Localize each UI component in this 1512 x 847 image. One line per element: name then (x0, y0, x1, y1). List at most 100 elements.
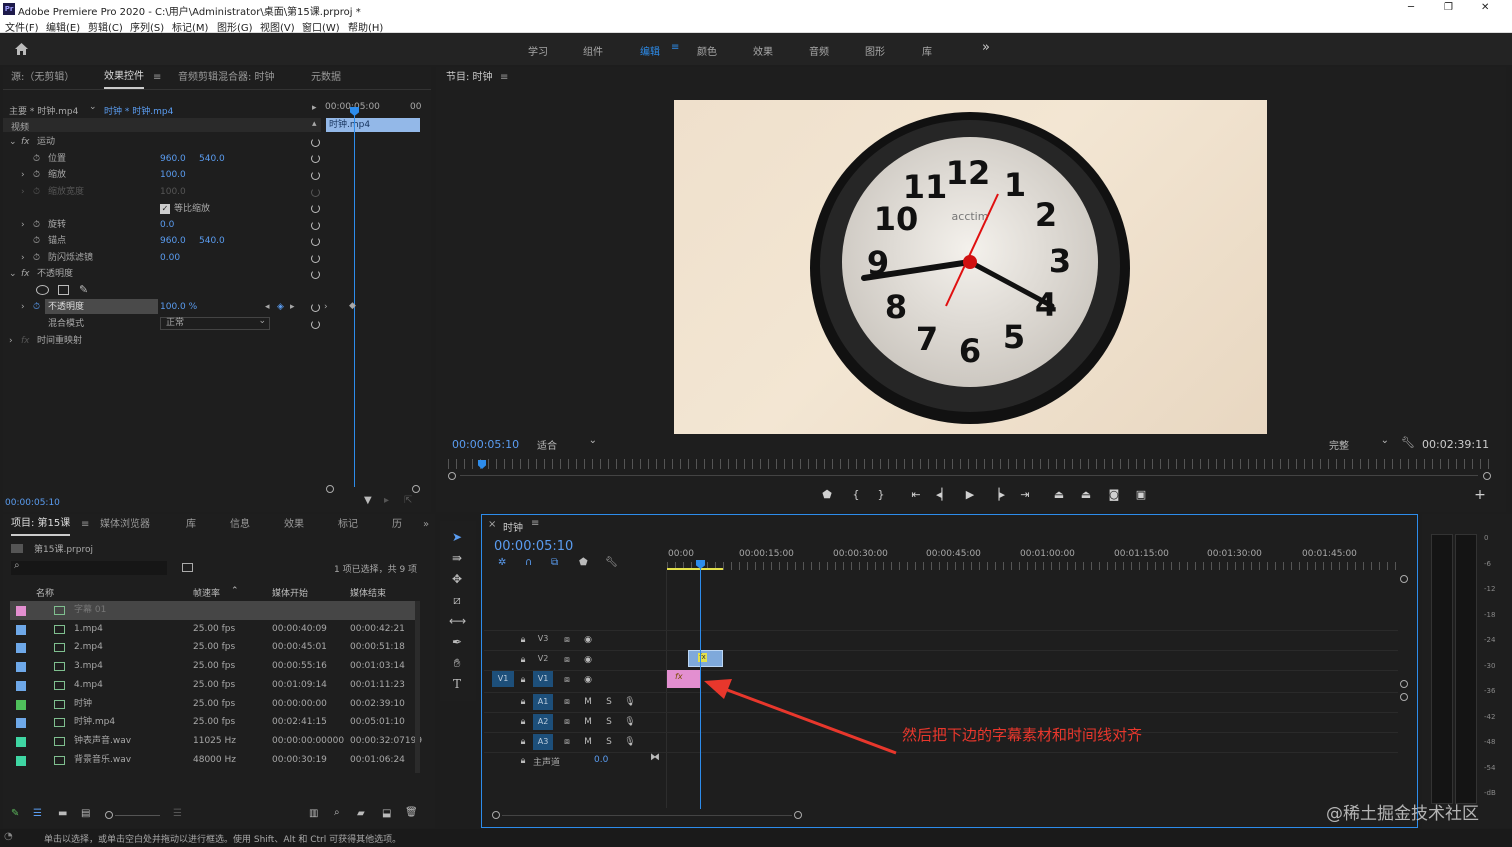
expand-chevron-icon[interactable]: › (21, 250, 25, 266)
lock-icon[interactable]: 🔒︎ (517, 634, 529, 646)
eye-icon[interactable]: ◉ (582, 654, 594, 666)
sequence-tab[interactable]: 时钟 (503, 519, 523, 534)
add-keyframe-icon[interactable]: ◈ (277, 299, 284, 315)
step-forward-icon[interactable]: ▕▸ (991, 488, 1005, 502)
selection-tool-icon[interactable]: ➤ (449, 529, 465, 545)
automate-to-sequence-icon[interactable]: ▥ (309, 808, 318, 819)
add-marker-icon[interactable]: ⬟ (820, 488, 834, 502)
scroll-right-icon[interactable]: › (324, 302, 328, 312)
reset-icon[interactable] (311, 171, 320, 180)
mark-out-icon[interactable]: } (874, 488, 888, 502)
new-bin-icon[interactable]: ▰ (357, 808, 365, 819)
tab-info[interactable]: 信息 (230, 514, 250, 536)
timeline-vertical-scrollbar[interactable] (1400, 575, 1410, 810)
column-media-start[interactable]: 媒体开始 (272, 586, 308, 599)
sync-lock-icon[interactable]: ⧈ (561, 674, 573, 686)
lock-icon[interactable]: 🔒︎ (517, 736, 529, 748)
anchor-y-value[interactable]: 540.0 (199, 233, 225, 249)
menu-marker[interactable]: 标记(M) (172, 19, 208, 34)
nest-toggle-icon[interactable]: ✲ (498, 557, 506, 568)
home-icon[interactable] (14, 42, 29, 56)
label-color-swatch[interactable] (16, 624, 26, 635)
position-x-value[interactable]: 960.0 (160, 151, 186, 167)
project-item-row[interactable]: 3.mp4 25.00 fps 00:00:55:16 00:01:03:14 (10, 657, 415, 676)
prev-keyframe-icon[interactable]: ◂ (265, 299, 270, 315)
go-to-in-icon[interactable]: ⇤ (909, 488, 923, 502)
workspace-more-button[interactable]: » (982, 40, 990, 55)
sync-lock-icon[interactable]: ⧈ (561, 736, 573, 748)
tab-markers[interactable]: 标记 (338, 514, 358, 536)
label-color-swatch[interactable] (16, 680, 26, 691)
track-label-a1[interactable]: A1 (533, 694, 553, 710)
label-color-swatch[interactable] (16, 755, 26, 766)
scroll-up-icon[interactable]: ▴ (312, 119, 317, 129)
lock-icon[interactable]: 🔒︎ (517, 716, 529, 728)
project-item-row[interactable]: 时钟.mp4 25.00 fps 00:02:41:15 00:05:01:10 (10, 713, 415, 732)
stopwatch-icon[interactable]: ⏱ (33, 250, 40, 266)
sort-ascending-icon[interactable]: ⌃ (231, 586, 239, 596)
reset-icon[interactable] (311, 204, 320, 213)
freeform-view-icon[interactable]: ▤ (81, 808, 90, 819)
project-item-row[interactable]: 背景音乐.wav 48000 Hz 00:00:30:19 00:01:06:24 (10, 751, 415, 770)
project-item-row[interactable]: 字幕 01 (10, 601, 415, 620)
lock-icon[interactable]: 🔒︎ (517, 654, 529, 666)
menu-view[interactable]: 视图(V) (260, 19, 295, 34)
type-tool-icon[interactable]: T (449, 676, 465, 692)
step-back-icon[interactable]: ◂▏ (936, 488, 950, 502)
eye-icon[interactable]: ◉ (582, 634, 594, 646)
wrench-icon[interactable]: 🔧︎ (1401, 436, 1415, 449)
linked-selection-icon[interactable]: ⧉ (551, 557, 558, 568)
opacity-value[interactable]: 100.0 % (160, 299, 197, 315)
workspace-graphics[interactable]: 图形 (865, 43, 885, 58)
workspace-assembly[interactable]: 组件 (583, 43, 603, 58)
expand-chevron-icon[interactable]: › (9, 333, 13, 349)
trash-icon[interactable]: 🗑︎ (405, 807, 418, 818)
close-sequence-icon[interactable]: × (488, 519, 496, 530)
stopwatch-icon[interactable]: ⏱ (33, 299, 40, 315)
master-volume-value[interactable]: 0.0 (594, 755, 608, 765)
opacity-section-row[interactable]: ⌄ fx 不透明度 (3, 266, 323, 282)
tab-menu-icon[interactable]: ≡ (81, 514, 89, 536)
reset-icon[interactable] (311, 221, 320, 230)
expand-chevron-icon[interactable]: › (21, 299, 25, 315)
source-patch-v1[interactable]: V1 (492, 671, 514, 687)
tab-menu-icon[interactable]: ≡ (500, 67, 508, 89)
label-color-swatch[interactable] (16, 662, 26, 673)
ec-playhead-handle[interactable] (350, 107, 359, 116)
workspace-libraries[interactable]: 库 (922, 43, 932, 58)
tab-metadata[interactable]: 元数据 (311, 67, 341, 89)
timeline-timecode[interactable]: 00:00:05:10 (494, 539, 573, 554)
find-icon[interactable]: ⌕ (334, 807, 340, 818)
ec-playhead[interactable] (354, 107, 355, 487)
work-area-bar[interactable] (667, 568, 723, 570)
menu-graphics[interactable]: 图形(G) (217, 19, 253, 34)
rotation-value[interactable]: 0.0 (160, 217, 174, 233)
sort-icons-icon[interactable]: ☰ (173, 808, 182, 819)
slip-tool-icon[interactable]: ⟷ (449, 613, 466, 629)
export-frame-icon[interactable]: ▸ (384, 495, 389, 506)
rectangle-mask-icon[interactable] (58, 285, 69, 295)
export-frame-camera-icon[interactable]: ◙ (1107, 488, 1121, 502)
minimize-button[interactable]: ─ (1408, 2, 1414, 13)
tab-effects[interactable]: 效果 (284, 514, 304, 536)
keyframe-icon[interactable]: ◆ (349, 301, 356, 311)
sync-lock-icon[interactable]: ⧈ (561, 696, 573, 708)
track-label-a2[interactable]: A2 (533, 714, 553, 730)
razor-tool-icon[interactable]: ⧄ (449, 592, 465, 608)
pen-mask-icon[interactable]: ✎ (79, 282, 88, 298)
timeline-settings-wrench-icon[interactable]: 🔧︎ (605, 557, 618, 568)
snap-magnet-icon[interactable]: ∩ (525, 557, 532, 568)
menu-help[interactable]: 帮助(H) (348, 19, 383, 34)
icon-view-icon[interactable]: ▬ (58, 808, 67, 819)
new-item-icon[interactable]: ⬓ (382, 808, 391, 819)
workspace-effects[interactable]: 效果 (753, 43, 773, 58)
workspace-audio[interactable]: 音频 (809, 43, 829, 58)
export-icon[interactable]: ⇱ (404, 495, 412, 506)
label-color-swatch[interactable] (16, 718, 26, 729)
expand-chevron-icon[interactable]: ⌄ (9, 134, 17, 150)
fit-dropdown[interactable]: 适合 ⌄ (537, 435, 599, 452)
tab-menu-icon[interactable]: ≡ (153, 67, 161, 89)
motion-row[interactable]: ⌄ fx 运动 (3, 134, 323, 150)
project-item-row[interactable]: 时钟 25.00 fps 00:00:00:00 00:02:39:10 (10, 695, 415, 714)
ripple-edit-tool-icon[interactable]: ✥ (449, 571, 465, 587)
